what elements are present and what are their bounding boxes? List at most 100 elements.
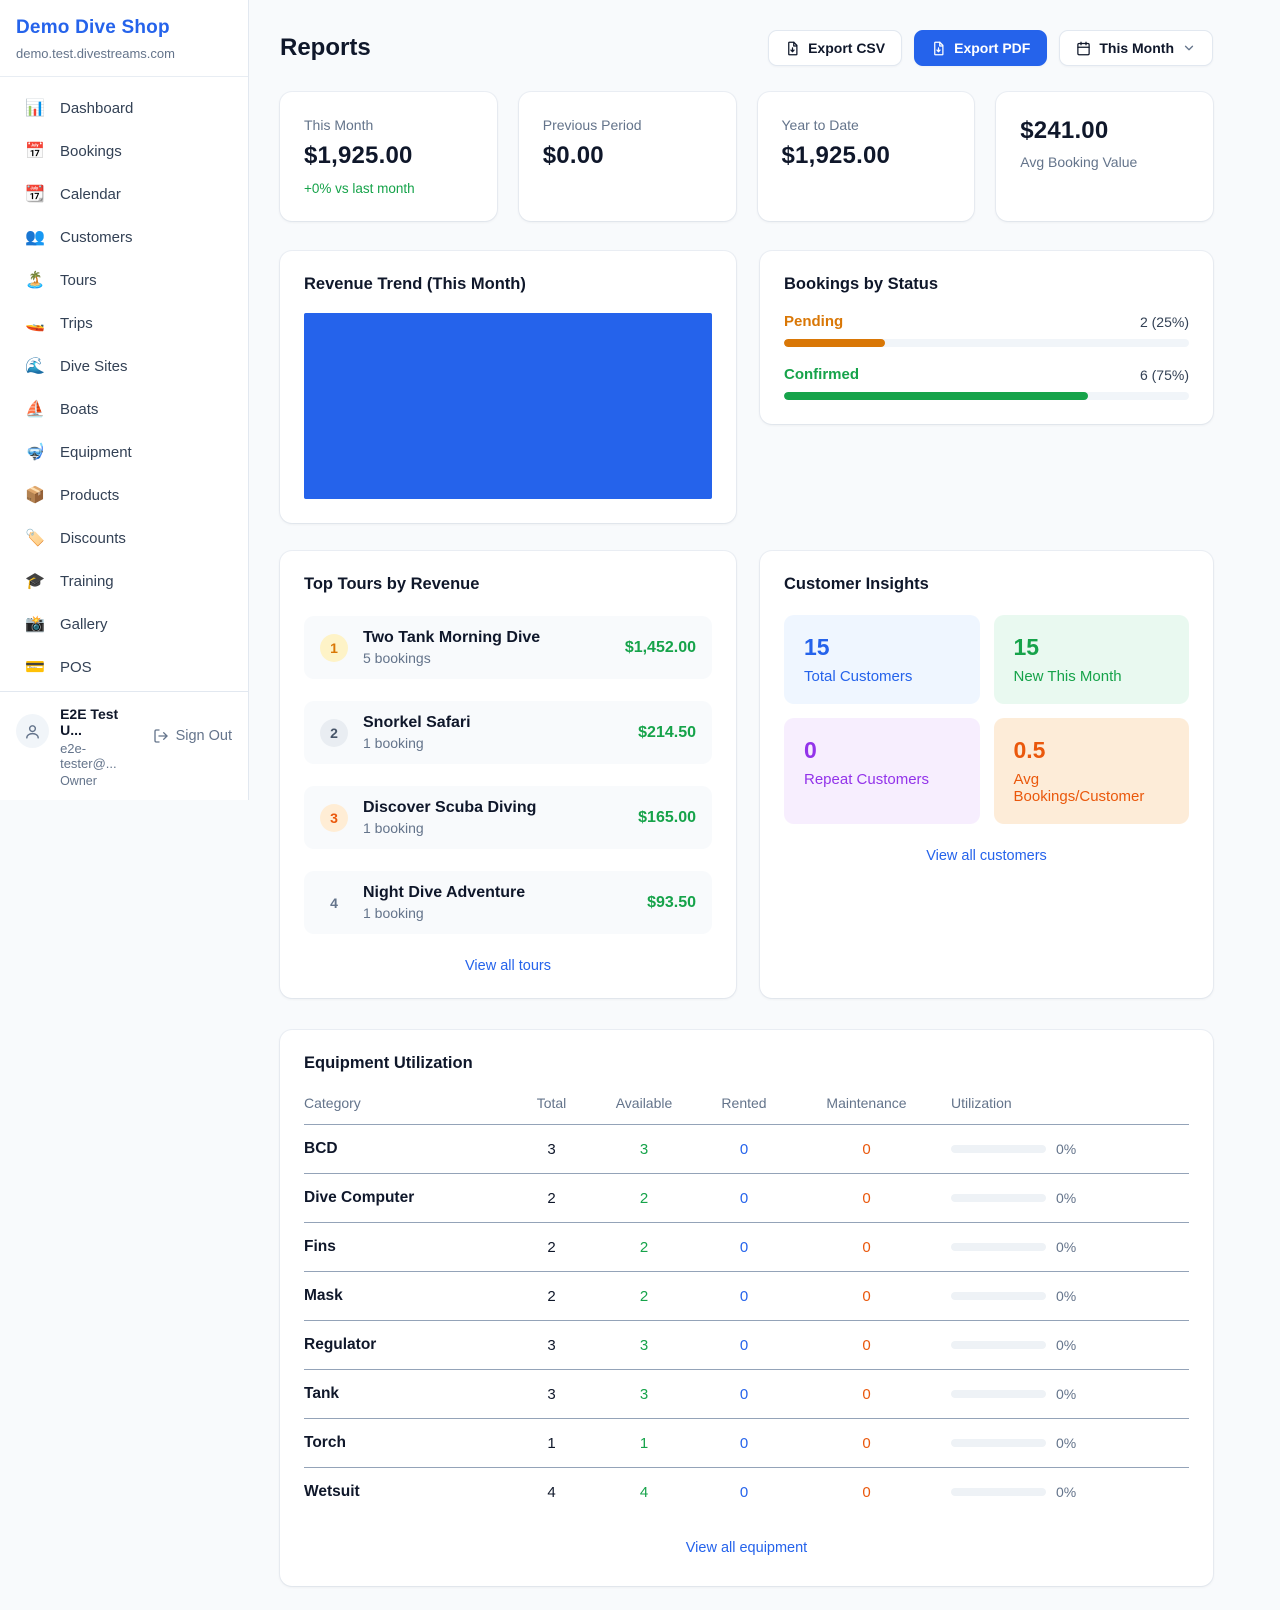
sidebar-item-label: Discounts [60, 530, 126, 547]
tour-row: 1 Two Tank Morning Dive 5 bookings $1,45… [304, 616, 712, 679]
sidebar-item-label: Tours [60, 272, 97, 289]
maintenance-value: 0 [799, 1435, 934, 1452]
graduation-cap-icon: 🎓 [24, 571, 46, 591]
total-value: 3 [504, 1141, 599, 1158]
view-all-tours-link[interactable]: View all tours [304, 958, 712, 974]
sidebar-nav: 📊Dashboard 📅 Bookings 📆Calendar 👥Customer… [0, 77, 248, 691]
available-value: 3 [599, 1386, 689, 1403]
col-utilization: Utilization [934, 1095, 1189, 1111]
utilization-bar [951, 1439, 1046, 1447]
stat-card-this-month: This Month $1,925.00 +0% vs last month [280, 92, 497, 221]
view-all-equipment-link[interactable]: View all equipment [304, 1540, 1189, 1556]
sidebar-item-gallery[interactable]: 📸 Gallery [14, 607, 234, 641]
available-value: 1 [599, 1435, 689, 1452]
user-role: Owner [60, 774, 142, 788]
camera-icon: 📸 [24, 614, 46, 634]
utilization-bar [951, 1488, 1046, 1496]
stat-label: Previous Period [543, 117, 712, 133]
table-row: Dive Computer 2 2 0 0 0% [304, 1174, 1189, 1223]
sign-out-button[interactable]: Sign Out [153, 728, 232, 744]
table-row: Regulator 3 3 0 0 0% [304, 1321, 1189, 1370]
sidebar: Demo Dive Shop demo.test.divestreams.com… [0, 0, 249, 800]
bookings-by-status-card: Bookings by Status Pending 2 (25%) Confi… [760, 251, 1213, 424]
header-actions: Export CSV Export PDF This Month [768, 30, 1213, 66]
sidebar-item-label: Trips [60, 315, 93, 332]
tile-total-customers: 15 Total Customers [784, 615, 980, 704]
card-title: Customer Insights [784, 575, 1189, 594]
bookings-calendar-icon: 📅 [24, 141, 46, 161]
sidebar-item-trips[interactable]: 🚤Trips [14, 306, 234, 340]
file-download-icon [931, 41, 946, 56]
sidebar-item-calendar[interactable]: 📆Calendar [14, 177, 234, 211]
stats-row: This Month $1,925.00 +0% vs last month P… [280, 92, 1213, 221]
file-download-icon [785, 41, 800, 56]
sidebar-item-dive-sites[interactable]: 🌊 Dive Sites [14, 349, 234, 383]
table-row: Torch 1 1 0 0 0% [304, 1419, 1189, 1468]
col-available: Available [599, 1095, 689, 1111]
tour-bookings: 1 booking [363, 820, 536, 836]
table-row: Wetsuit 4 4 0 0 0% [304, 1468, 1189, 1516]
export-pdf-button[interactable]: Export PDF [914, 30, 1047, 66]
tile-value: 0.5 [1014, 737, 1170, 764]
utilization-percent: 0% [1056, 1386, 1076, 1402]
card-title: Top Tours by Revenue [304, 575, 712, 594]
tour-revenue: $214.50 [638, 724, 696, 742]
utilization-percent: 0% [1056, 1288, 1076, 1304]
rank-badge: 4 [320, 889, 348, 917]
stat-card-previous-period: Previous Period $0.00 [519, 92, 736, 221]
wave-icon: 🌊 [24, 356, 46, 376]
view-all-customers-link[interactable]: View all customers [784, 848, 1189, 864]
available-value: 4 [599, 1484, 689, 1501]
sidebar-item-equipment[interactable]: 🤿Equipment [14, 435, 234, 469]
sidebar-item-training[interactable]: 🎓Training [14, 564, 234, 598]
equipment-category: Wetsuit [304, 1483, 504, 1501]
table-row: BCD 3 3 0 0 0% [304, 1125, 1189, 1174]
export-csv-button[interactable]: Export CSV [768, 30, 902, 66]
sidebar-item-products[interactable]: 📦Products [14, 478, 234, 512]
chevron-down-icon [1182, 41, 1196, 55]
available-value: 2 [599, 1239, 689, 1256]
sidebar-item-pos[interactable]: 💳POS [14, 650, 234, 684]
rented-value: 0 [689, 1288, 799, 1305]
tag-icon: 🏷️ [24, 528, 46, 548]
sidebar-header: Demo Dive Shop demo.test.divestreams.com [0, 0, 248, 77]
sidebar-item-tours[interactable]: 🏝️Tours [14, 263, 234, 297]
utilization-percent: 0% [1056, 1337, 1076, 1353]
stat-value: $1,925.00 [304, 142, 473, 170]
main-content: Reports Export CSV Export PDF This Month… [249, 0, 1280, 1586]
sidebar-item-customers[interactable]: 👥Customers [14, 220, 234, 254]
sign-out-icon [153, 728, 169, 744]
sidebar-item-label: Gallery [60, 616, 108, 633]
rank-badge: 3 [320, 804, 348, 832]
page-header: Reports Export CSV Export PDF This Month [280, 30, 1213, 66]
person-icon [24, 723, 41, 740]
sidebar-item-bookings[interactable]: 📅 Bookings [14, 134, 234, 168]
available-value: 2 [599, 1190, 689, 1207]
equipment-category: Dive Computer [304, 1189, 504, 1207]
tour-bookings: 1 booking [363, 735, 471, 751]
table-header: Category Total Available Rented Maintena… [304, 1081, 1189, 1125]
period-selector[interactable]: This Month [1059, 30, 1213, 66]
rented-value: 0 [689, 1337, 799, 1354]
col-total: Total [504, 1095, 599, 1111]
tile-value: 0 [804, 737, 960, 764]
available-value: 2 [599, 1288, 689, 1305]
stat-value: $241.00 [1020, 117, 1189, 145]
sidebar-item-dashboard[interactable]: 📊Dashboard [14, 91, 234, 125]
tour-row: 4 Night Dive Adventure 1 booking $93.50 [304, 871, 712, 934]
sign-out-label: Sign Out [176, 728, 232, 744]
sidebar-item-label: Bookings [60, 143, 122, 160]
dive-mask-icon: 🤿 [24, 442, 46, 462]
sidebar-item-discounts[interactable]: 🏷️ Discounts [14, 521, 234, 555]
tile-avg-bookings: 0.5 Avg Bookings/Customer [994, 718, 1190, 824]
sidebar-item-boats[interactable]: ⛵Boats [14, 392, 234, 426]
sidebar-item-label: Dive Sites [60, 358, 128, 375]
card-title: Equipment Utilization [304, 1054, 1189, 1073]
revenue-trend-bar [304, 313, 712, 499]
rented-value: 0 [689, 1239, 799, 1256]
col-maintenance: Maintenance [799, 1095, 934, 1111]
tile-label: Repeat Customers [804, 771, 960, 788]
table-row: Fins 2 2 0 0 0% [304, 1223, 1189, 1272]
tour-bookings: 5 bookings [363, 650, 540, 666]
insights-row: Top Tours by Revenue 1 Two Tank Morning … [280, 551, 1213, 998]
